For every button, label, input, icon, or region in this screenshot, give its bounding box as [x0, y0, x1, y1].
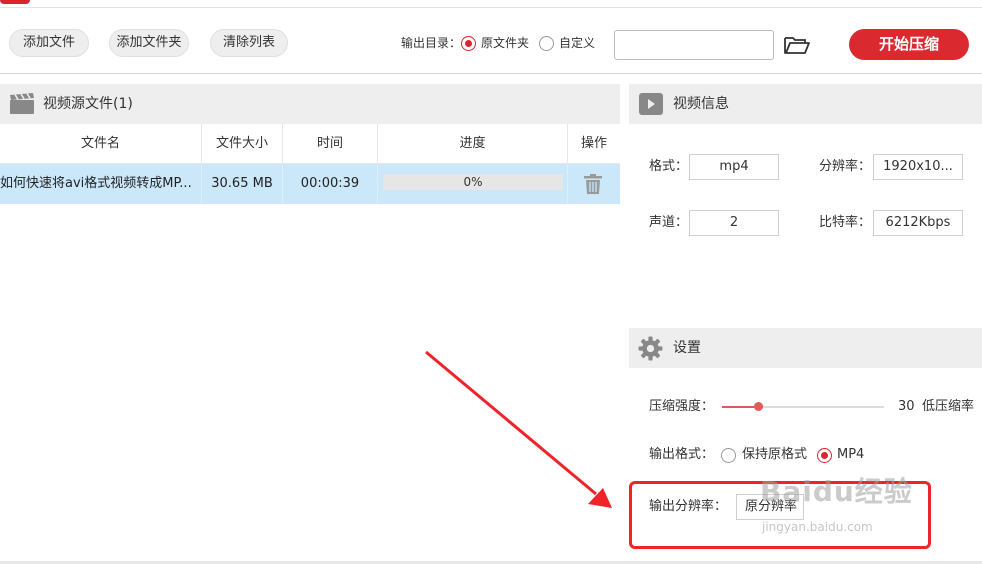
channel-value: 2 [689, 210, 779, 236]
radio-keep-format-label: 保持原格式 [742, 447, 808, 462]
column-progress: 进度 [378, 124, 568, 164]
start-compress-button[interactable]: 开始压缩 [849, 29, 969, 60]
progress-bar: 0% [383, 174, 563, 190]
source-files-header: 视频源文件(1) [0, 84, 620, 124]
row-duration: 00:00:39 [283, 164, 378, 204]
settings-header: 设置 [629, 328, 982, 368]
resolution-value: 1920x10... [873, 154, 963, 180]
source-files-title: 视频源文件(1) [43, 96, 133, 112]
radio-mp4-format-label: MP4 [837, 447, 865, 462]
radio-custom-folder[interactable] [539, 36, 554, 51]
folder-open-icon[interactable] [783, 34, 811, 56]
video-info-header: 视频信息 [629, 84, 982, 124]
video-info-title: 视频信息 [673, 96, 729, 112]
resolution-label: 分辨率： [819, 159, 872, 174]
format-label: 格式： [649, 159, 689, 174]
bitrate-label: 比特率： [819, 215, 872, 230]
strength-description: 低压缩率 [922, 399, 975, 414]
trash-icon[interactable] [584, 174, 602, 194]
column-duration: 时间 [283, 124, 378, 164]
strength-slider-thumb[interactable] [753, 402, 763, 411]
toolbar: 添加文件 添加文件夹 清除列表 输出目录： 原文件夹 自定义 开始压缩 [0, 8, 982, 74]
app-logo-fragment [0, 0, 30, 4]
row-filename: 如何快速将avi格式视频转成MP... [0, 164, 202, 204]
output-path-input[interactable] [614, 30, 774, 60]
table-header: 文件名 文件大小 时间 进度 操作 [0, 124, 620, 164]
settings-title: 设置 [673, 340, 701, 356]
window-top-strip [0, 0, 982, 8]
baidu-watermark-url: jingyan.baidu.com [762, 520, 873, 534]
format-value: mp4 [689, 154, 779, 180]
baidu-watermark: Baidu经验 [760, 475, 913, 508]
radio-keep-format[interactable] [721, 448, 736, 463]
add-file-button[interactable]: 添加文件 [9, 29, 89, 57]
column-filename: 文件名 [0, 124, 202, 164]
source-files-panel: 视频源文件(1) 文件名 文件大小 时间 进度 操作 如何快速将avi格式视频转… [0, 84, 620, 564]
column-action: 操作 [580, 136, 607, 151]
strength-slider[interactable] [722, 406, 884, 408]
gear-icon [638, 336, 663, 361]
add-folder-button[interactable]: 添加文件夹 [109, 29, 189, 57]
channel-label: 声道： [649, 215, 689, 230]
strength-value: 30 [898, 399, 915, 414]
strength-label: 压缩强度： [649, 399, 715, 414]
radio-original-folder[interactable] [461, 36, 476, 51]
clear-list-button[interactable]: 清除列表 [210, 29, 288, 57]
radio-original-folder-label: 原文件夹 [481, 36, 530, 50]
radio-mp4-format[interactable] [817, 448, 832, 463]
progress-text: 0% [463, 175, 483, 189]
strength-slider-fill [722, 406, 758, 408]
bitrate-value: 6212Kbps [873, 210, 963, 236]
table-row[interactable]: 如何快速将avi格式视频转成MP... 30.65 MB 00:00:39 0% [0, 164, 620, 204]
output-format-label: 输出格式： [649, 447, 715, 462]
radio-custom-folder-label: 自定义 [559, 36, 596, 50]
column-size: 文件大小 [202, 124, 283, 164]
video-play-icon [639, 93, 663, 115]
row-size: 30.65 MB [202, 164, 283, 204]
video-clapper-icon [10, 93, 34, 114]
output-dir-label: 输出目录： [401, 36, 462, 50]
